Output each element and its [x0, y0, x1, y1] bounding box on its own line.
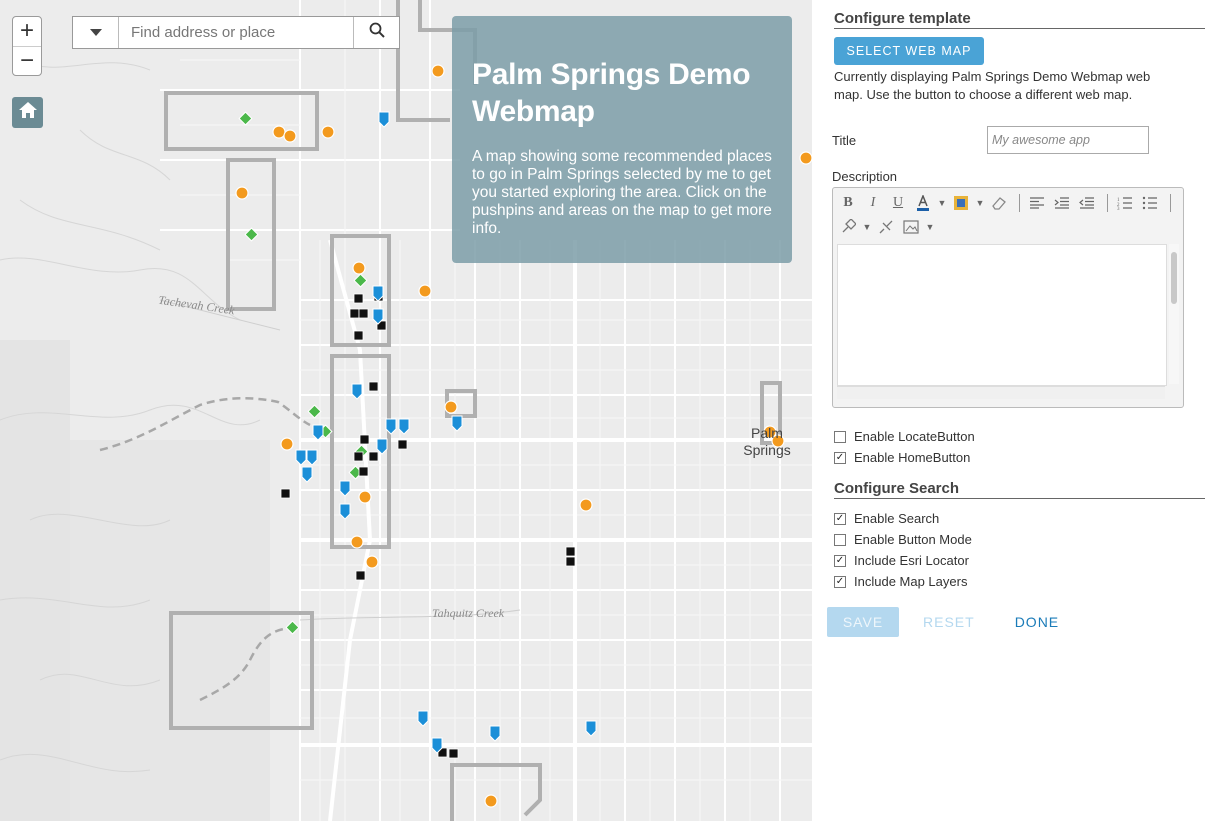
search-icon — [369, 22, 385, 43]
include-map-layers-option[interactable]: ✓ Include Map Layers — [834, 574, 967, 589]
configure-template-heading: Configure template — [834, 10, 1205, 29]
chevron-down-icon[interactable]: ▼ — [925, 217, 935, 237]
unlink-icon[interactable] — [875, 217, 897, 237]
outdent-icon[interactable] — [1076, 193, 1098, 213]
search-widget — [72, 16, 400, 49]
toolbar-divider — [1170, 194, 1171, 212]
chevron-down-icon[interactable]: ▼ — [937, 193, 947, 213]
background-color-icon[interactable] — [950, 193, 972, 213]
italic-icon[interactable]: I — [862, 193, 884, 213]
title-label: Title — [832, 133, 857, 148]
bullet-list-icon[interactable] — [1139, 193, 1161, 213]
include-esri-locator-checkbox[interactable]: ✓ — [834, 554, 846, 567]
enable-search-checkbox[interactable]: ✓ — [834, 512, 846, 525]
editor-toolbar-row-1: B I U ▼ ▼ 1 2 3 — [837, 193, 1177, 213]
include-map-layers-checkbox[interactable]: ✓ — [834, 575, 846, 588]
home-button[interactable] — [12, 97, 43, 128]
toolbar-divider — [1019, 194, 1020, 212]
palm-springs-label: Palm Springs — [743, 425, 791, 458]
reset-button[interactable]: RESET — [917, 613, 981, 631]
bold-icon[interactable]: B — [837, 193, 859, 213]
editor-toolbar-row-2: ▼ ▼ — [837, 217, 938, 237]
action-buttons: SAVE RESET DONE — [827, 607, 1065, 637]
align-left-icon[interactable] — [1026, 193, 1048, 213]
enable-home-button-option[interactable]: ✓ Enable HomeButton — [834, 450, 970, 465]
tahquitz-creek-label: Tahquitz Creek — [432, 606, 505, 620]
chevron-down-icon — [89, 24, 102, 42]
configure-search-heading: Configure Search — [834, 480, 1205, 499]
include-map-layers-label: Include Map Layers — [854, 574, 968, 589]
enable-button-mode-option[interactable]: Enable Button Mode — [834, 532, 972, 547]
zoom-out-button[interactable]: − — [13, 47, 41, 76]
select-web-map-button[interactable]: SELECT WEB MAP — [834, 37, 984, 65]
insert-image-icon[interactable] — [900, 217, 922, 237]
indent-icon[interactable] — [1051, 193, 1073, 213]
eraser-icon[interactable] — [988, 193, 1010, 213]
enable-home-button-checkbox[interactable]: ✓ — [834, 451, 846, 464]
zoom-control: + − — [12, 16, 42, 76]
svg-text:3: 3 — [1117, 207, 1120, 210]
info-panel: Palm Springs Demo Webmap A map showing s… — [452, 16, 792, 263]
done-button[interactable]: DONE — [1009, 613, 1065, 631]
description-editor: B I U ▼ ▼ 1 2 3 ▼ ▼ — [832, 187, 1184, 408]
numbered-list-icon[interactable]: 123 — [1114, 193, 1136, 213]
underline-icon[interactable]: U — [887, 193, 909, 213]
enable-button-mode-checkbox[interactable] — [834, 533, 846, 546]
link-icon[interactable] — [837, 217, 859, 237]
save-button[interactable]: SAVE — [827, 607, 899, 637]
chevron-down-icon[interactable]: ▼ — [862, 217, 872, 237]
info-title: Palm Springs Demo Webmap — [472, 58, 751, 128]
config-panel: Configure template SELECT WEB MAP Curren… — [812, 0, 1205, 821]
toolbar-divider — [1107, 194, 1108, 212]
info-description: A map showing some recommended places to… — [472, 148, 772, 237]
enable-search-option[interactable]: ✓ Enable Search — [834, 511, 939, 526]
enable-home-button-label: Enable HomeButton — [854, 450, 971, 465]
include-esri-locator-label: Include Esri Locator — [854, 553, 969, 568]
map-view[interactable]: Tachevah Creek Tahquitz Creek Palm Sprin… — [0, 0, 812, 821]
title-input[interactable] — [987, 126, 1149, 154]
chevron-down-icon[interactable]: ▼ — [975, 193, 985, 213]
editor-horizontal-scrollbar[interactable] — [837, 386, 1165, 399]
enable-locate-button-label: Enable LocateButton — [854, 429, 975, 444]
search-source-dropdown[interactable] — [73, 17, 119, 48]
current-map-text: Currently displaying Palm Springs Demo W… — [834, 69, 1151, 102]
zoom-in-button[interactable]: + — [13, 17, 41, 47]
font-color-icon[interactable] — [912, 193, 934, 213]
search-button[interactable] — [353, 17, 399, 48]
enable-locate-button-checkbox[interactable] — [834, 430, 846, 443]
enable-button-mode-label: Enable Button Mode — [854, 532, 972, 547]
enable-locate-button-option[interactable]: Enable LocateButton — [834, 429, 975, 444]
description-label: Description — [832, 169, 898, 184]
include-esri-locator-option[interactable]: ✓ Include Esri Locator — [834, 553, 969, 568]
home-icon — [18, 100, 38, 125]
editor-scrollbar[interactable] — [1169, 244, 1179, 384]
enable-search-label: Enable Search — [854, 511, 940, 526]
search-input[interactable] — [119, 17, 353, 48]
description-text-area[interactable] — [837, 244, 1167, 386]
editor-scrollbar-thumb[interactable] — [1171, 252, 1177, 304]
